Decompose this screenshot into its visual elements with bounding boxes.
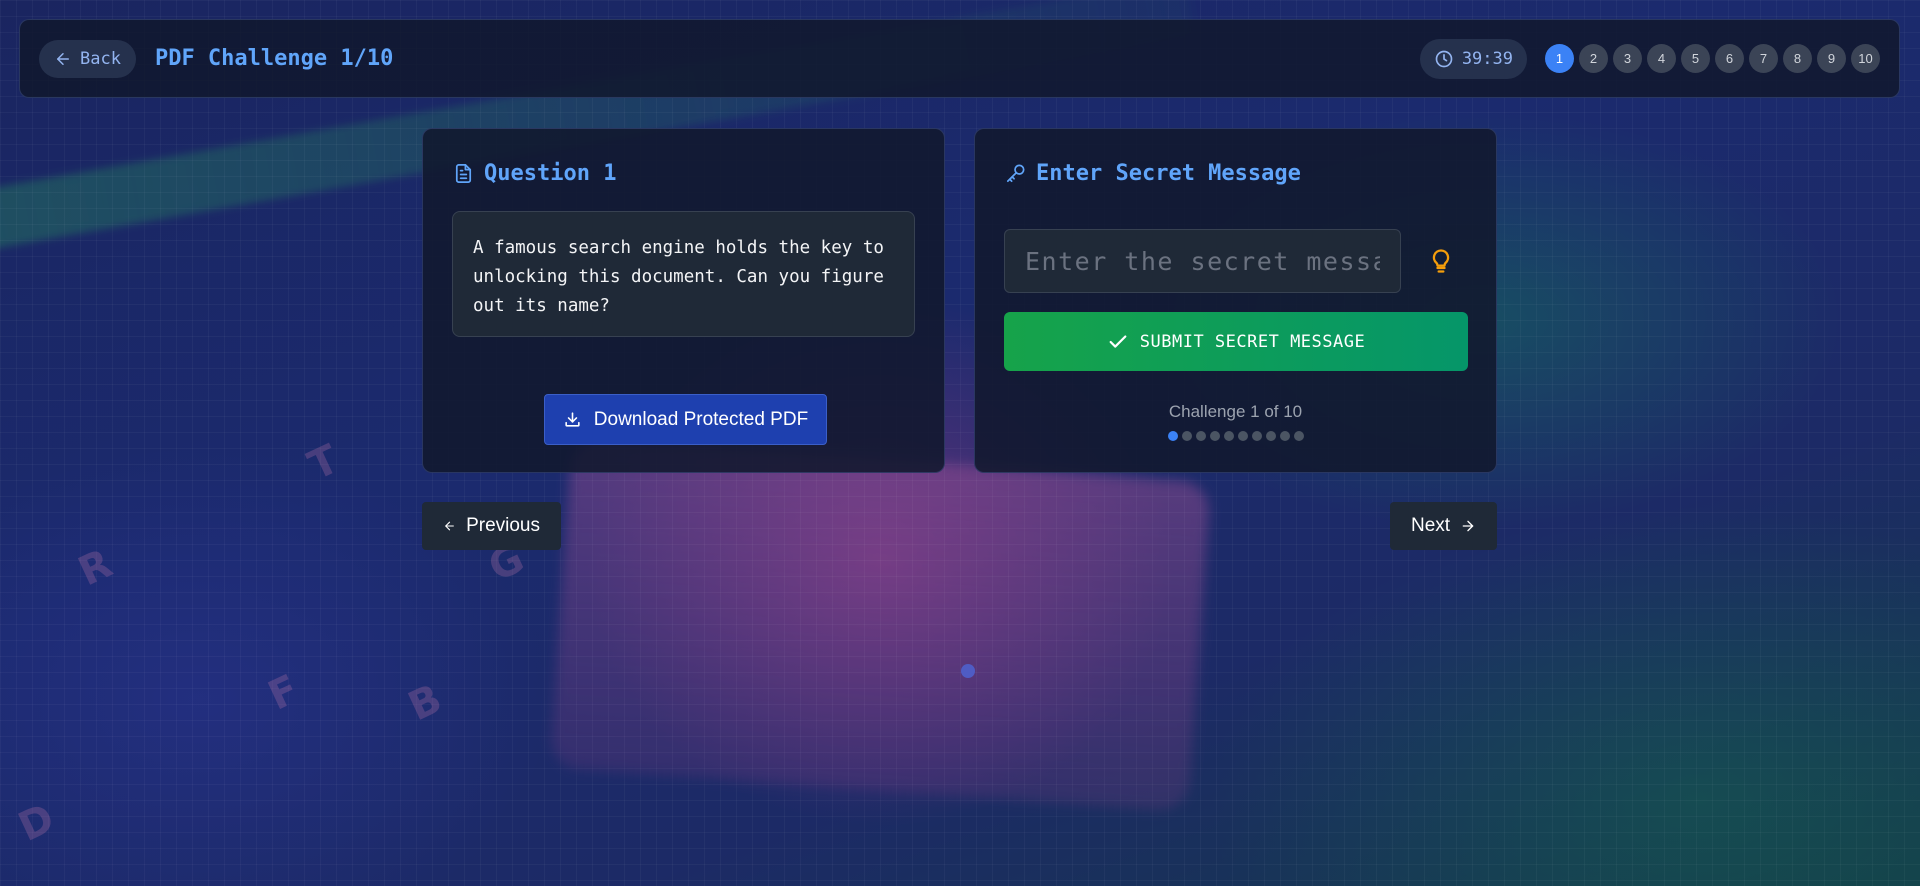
challenge-progress-dots bbox=[1004, 431, 1467, 441]
step-button[interactable]: 9 bbox=[1817, 44, 1846, 73]
previous-button[interactable]: Previous bbox=[422, 502, 561, 550]
step-button[interactable]: 7 bbox=[1749, 44, 1778, 73]
step-button[interactable]: 4 bbox=[1647, 44, 1676, 73]
progress-dot bbox=[1195, 431, 1206, 441]
top-bar: Back PDF Challenge 1/10 39:39 1 2 3 4 5 … bbox=[19, 19, 1900, 98]
progress-dot bbox=[1265, 431, 1276, 441]
page-title: PDF Challenge 1/10 bbox=[154, 46, 394, 71]
back-button[interactable]: Back bbox=[39, 39, 136, 78]
topbar-right: 39:39 1 2 3 4 5 6 7 8 9 10 bbox=[1419, 38, 1880, 79]
progress-dot bbox=[1209, 431, 1220, 441]
step-button[interactable]: 3 bbox=[1613, 44, 1642, 73]
download-pdf-button[interactable]: Download Protected PDF bbox=[544, 394, 827, 445]
key-icon bbox=[1006, 163, 1025, 182]
background: R F B D T G bbox=[0, 0, 1920, 886]
background-grid bbox=[0, 0, 1920, 886]
clock-icon bbox=[1435, 50, 1453, 67]
document-icon bbox=[455, 163, 472, 183]
progress-dot bbox=[1293, 431, 1304, 441]
progress-dot bbox=[1279, 431, 1290, 441]
arrow-left-icon bbox=[445, 521, 454, 531]
progress-dot bbox=[1223, 431, 1234, 441]
previous-label: Previous bbox=[466, 515, 540, 536]
secret-title-text: Enter Secret Message bbox=[1036, 160, 1301, 186]
download-icon bbox=[565, 412, 580, 427]
background-dot bbox=[961, 664, 975, 678]
arrow-right-icon bbox=[1462, 520, 1474, 532]
step-button[interactable]: 6 bbox=[1715, 44, 1744, 73]
timer: 39:39 bbox=[1419, 38, 1527, 79]
challenge-progress-label: Challenge 1 of 10 bbox=[1168, 402, 1303, 421]
question-card: Question 1 A famous search engine holds … bbox=[422, 128, 945, 473]
hint-button[interactable] bbox=[1426, 244, 1456, 278]
download-label: Download Protected PDF bbox=[593, 408, 809, 430]
question-title-text: Question 1 bbox=[484, 160, 617, 186]
next-button[interactable]: Next bbox=[1390, 502, 1497, 550]
progress-dot bbox=[1237, 431, 1248, 441]
lightbulb-icon bbox=[1432, 249, 1450, 273]
step-button[interactable]: 1 bbox=[1545, 44, 1574, 73]
secret-message-input[interactable] bbox=[1004, 229, 1401, 293]
progress-dot bbox=[1251, 431, 1262, 441]
question-title: Question 1 bbox=[452, 158, 915, 188]
submit-secret-button[interactable]: SUBMIT SECRET MESSAGE bbox=[1004, 312, 1468, 371]
step-indicator: 1 2 3 4 5 6 7 8 9 10 bbox=[1545, 44, 1880, 73]
step-button[interactable]: 5 bbox=[1681, 44, 1710, 73]
step-button[interactable]: 2 bbox=[1579, 44, 1608, 73]
question-text: A famous search engine holds the key to … bbox=[452, 211, 915, 337]
check-icon bbox=[1109, 334, 1127, 348]
next-label: Next bbox=[1411, 515, 1451, 536]
step-button[interactable]: 8 bbox=[1783, 44, 1812, 73]
arrow-left-icon bbox=[57, 52, 69, 65]
secret-card: Enter Secret Message SUBMIT SECRET MESSA… bbox=[974, 128, 1497, 473]
back-label: Back bbox=[80, 48, 121, 69]
secret-title: Enter Secret Message bbox=[1004, 158, 1467, 188]
progress-dot bbox=[1167, 431, 1178, 441]
submit-label: SUBMIT SECRET MESSAGE bbox=[1139, 331, 1366, 352]
secret-row bbox=[1004, 229, 1467, 293]
step-button[interactable]: 10 bbox=[1851, 44, 1880, 73]
progress-dot bbox=[1181, 431, 1192, 441]
timer-value: 39:39 bbox=[1461, 48, 1513, 69]
